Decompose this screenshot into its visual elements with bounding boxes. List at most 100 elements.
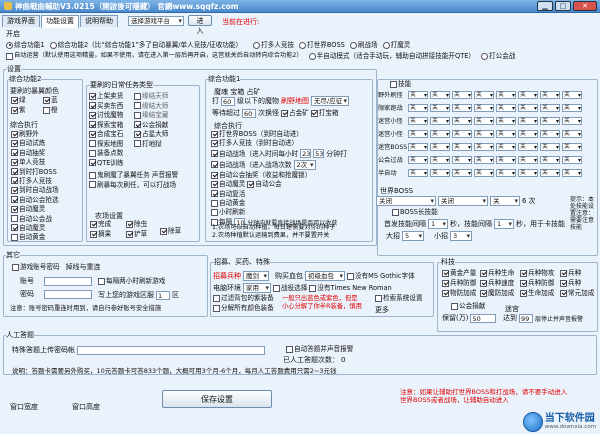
combo2-item[interactable]: 自动魔灵 [11, 205, 59, 213]
decompose-all-checkbox[interactable]: 分解所有颜色装备 [213, 304, 274, 312]
tech-item[interactable]: 兵种物攻 [520, 269, 560, 277]
tech-item[interactable]: 常元加成 [560, 289, 594, 297]
combo2-item[interactable]: 单人竞技 [11, 158, 59, 166]
skill-select[interactable]: 关 [562, 103, 582, 112]
tab-help[interactable]: 说明帮助 [80, 15, 118, 27]
tech-item[interactable]: 黄金产量 [442, 269, 480, 277]
combo2-item[interactable]: 自动公会抢选 [11, 196, 59, 204]
skill-select[interactable]: 关 [496, 129, 516, 138]
skill-select[interactable]: 关 [540, 103, 560, 112]
farm-item[interactable]: 摘果 [90, 230, 124, 238]
skill-select[interactable]: 关 [540, 116, 560, 125]
skill-select[interactable]: 关 [540, 90, 560, 99]
combo2-item[interactable]: 刷野外 [11, 130, 59, 138]
skill-interval-select[interactable]: 1 [494, 219, 514, 229]
skill-select[interactable]: 关 [430, 103, 450, 112]
save-input[interactable]: 50 [470, 313, 497, 323]
skill-select[interactable]: 关 [496, 155, 516, 164]
task-item[interactable]: 合成宝石 [89, 130, 124, 138]
save-settings-button[interactable]: 保存设置 [162, 390, 272, 408]
skill-select[interactable]: 关 [474, 103, 494, 112]
color-blue-checkbox[interactable]: 蓝 [43, 96, 73, 104]
world-boss-select-c[interactable]: 关 [490, 196, 520, 206]
skill-select[interactable]: 关 [452, 103, 472, 112]
skill-select[interactable]: 关 [518, 129, 538, 138]
tech-item[interactable]: 物防加成 [442, 289, 480, 297]
skill-select[interactable]: 关 [452, 155, 472, 164]
minimize-button[interactable]: ▁ [537, 1, 553, 11]
tasks-extra-battle[interactable]: 刷暴每次刷任，可以打战场 [89, 181, 176, 189]
task-item[interactable]: 探索地图 [89, 140, 124, 148]
skill-select[interactable]: 关 [496, 168, 516, 177]
reach-input[interactable]: 99 [519, 313, 533, 323]
skill-select[interactable]: 关 [474, 142, 494, 151]
combo1-auto-guild[interactable]: 自动公会 [247, 180, 282, 188]
skill-select[interactable]: 关 [518, 168, 538, 177]
tech-item[interactable]: 兵种生命 [480, 269, 520, 277]
tech-item[interactable]: 兵种 [560, 279, 594, 287]
small-skill-select[interactable]: 3 [450, 231, 472, 241]
system-check-checkbox[interactable]: 检索系统设置 [375, 294, 423, 302]
no-ms-gothic-checkbox[interactable]: 没有MS Gothic字体 [347, 272, 415, 280]
color-purple-checkbox[interactable]: 紫 [11, 106, 41, 114]
color-green-checkbox[interactable]: 绿 [11, 96, 41, 104]
skill-select[interactable]: 关 [562, 90, 582, 99]
skill-select[interactable]: 关 [452, 168, 472, 177]
skill-select[interactable]: 关 [518, 155, 538, 164]
combo1-level-input[interactable]: 60 [221, 96, 235, 106]
tech-item[interactable]: 兵种防御 [520, 279, 560, 287]
skill-select[interactable]: 关 [496, 103, 516, 112]
skill-select[interactable]: 关 [540, 142, 560, 151]
color-orange-checkbox[interactable]: 橙 [43, 106, 73, 114]
skill-select[interactable]: 关 [408, 129, 428, 138]
skill-select[interactable]: 关 [474, 168, 494, 177]
answer-account-input[interactable] [77, 345, 265, 355]
skill-checkbox[interactable]: 技能 [390, 80, 411, 88]
farm-item[interactable]: 铲草 [126, 230, 160, 238]
skill-select[interactable]: 关 [430, 116, 450, 125]
combo1-occupy-checkbox[interactable]: 占金矿 [281, 109, 309, 117]
radio-world-boss[interactable]: 打世界BOSS [299, 41, 345, 49]
password-input[interactable] [44, 289, 92, 299]
skill-select[interactable]: 关 [474, 129, 494, 138]
combo1-item[interactable]: 自动战场（进入战场次数 [211, 161, 292, 169]
combo2-item[interactable]: 自动黄金 [11, 233, 59, 241]
skill-select[interactable]: 关 [408, 142, 428, 151]
skill-select[interactable]: 关 [562, 155, 582, 164]
combo1-item[interactable]: 打世界BOSS（到时自动进） [211, 130, 347, 138]
combo2-item[interactable]: 打多人竞技 [11, 177, 59, 185]
skill-select[interactable]: 关 [430, 129, 450, 138]
task-item[interactable]: 装备点数 [89, 149, 124, 157]
combo1-item[interactable]: 小时刷新 [211, 208, 347, 216]
recruit-select[interactable]: 魔剑 [243, 271, 269, 281]
skill-select[interactable]: 关 [430, 90, 450, 99]
combo1-time2-input[interactable]: 53 [313, 149, 325, 159]
tech-item[interactable]: 兵种速度 [480, 279, 520, 287]
radio-battlefield[interactable]: 刷战场 [349, 41, 378, 49]
skill-select[interactable]: 关 [408, 116, 428, 125]
skill-select[interactable]: 关 [408, 155, 428, 164]
enter-button[interactable]: 进入 [188, 15, 212, 35]
tab-settings[interactable]: 功能设置 [41, 15, 79, 28]
skill-select[interactable]: 关 [408, 90, 428, 99]
combo1-treasure-checkbox[interactable]: 打宝箱 [310, 109, 339, 117]
skill-select[interactable]: 关 [518, 90, 538, 99]
skill-select[interactable]: 关 [496, 90, 516, 99]
auto-run-checkbox[interactable]: 自动运营（默认使用这项精靈，如果不使用，请在进入第一层后再开启，这宫就关后自动转… [6, 52, 303, 60]
big-skill-select[interactable]: 5 [402, 231, 424, 241]
skill-select[interactable]: 关 [430, 168, 450, 177]
skill-select[interactable]: 关 [496, 142, 516, 151]
maximize-button[interactable]: □ [555, 1, 571, 11]
skill-select[interactable]: 关 [430, 155, 450, 164]
skill-select-checkbox[interactable]: 战役选择 [273, 284, 307, 292]
skill-select[interactable]: 关 [474, 90, 494, 99]
combo1-time1-input[interactable]: 23 [300, 149, 312, 159]
combo1-times-select[interactable]: 2次 [293, 159, 316, 170]
radio-combo2[interactable]: 综合功能2（比“综合功能1”多了自动暴翼/单人竞技/征收功能） [49, 41, 242, 49]
boss-skill-checkbox[interactable]: BOSS长技能 [392, 208, 438, 216]
auto-answer-checkbox[interactable]: 自动答题并声音报警 [286, 345, 353, 353]
pc-env-select[interactable]: 家用 [243, 283, 271, 293]
farm-weed-checkbox[interactable]: 除草 [160, 227, 181, 235]
world-boss-select-a[interactable]: 关闭 [376, 196, 436, 206]
skill-select[interactable]: 关 [408, 168, 428, 177]
